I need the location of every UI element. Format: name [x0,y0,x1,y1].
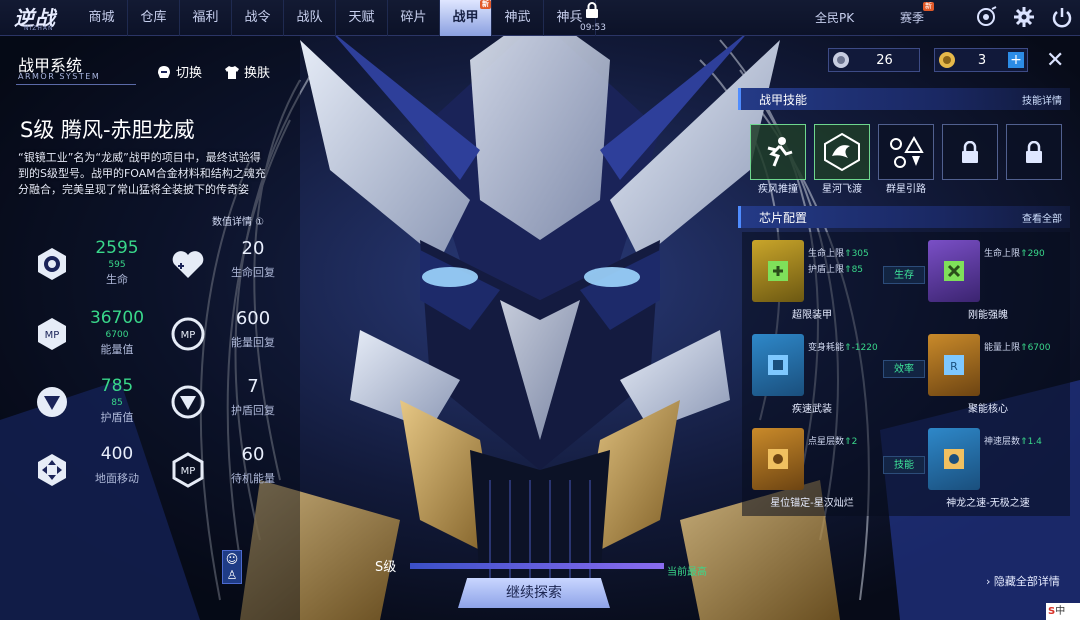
running-icon [767,137,793,167]
game-logo-sub: NIZHAN [24,25,54,32]
skills-detail-link[interactable]: 技能详情 [1022,92,1062,107]
mech-name: S级 腾风-赤胆龙威 [20,118,195,142]
person-icon: ♙ [226,568,238,582]
nav-item-warehouse[interactable]: 仓库 [128,0,180,36]
nav-item-battle-pass[interactable]: 战令 [232,0,284,36]
skill-label-1: 疾风推撞 [758,184,798,195]
continue-explore-button[interactable]: 继续探索 [458,578,610,608]
shield-icon [30,380,74,424]
skill-label-3: 群星引路 [886,184,926,195]
helmet-icon [158,65,170,78]
gold-coin-icon [939,52,955,68]
stat-shield-regen: 7 护盾回复 [166,374,286,434]
chip-card-icon [752,428,804,490]
stat-shield: 785 85 护盾值 [30,374,150,434]
input-method-tray[interactable]: S中 [1046,603,1080,620]
health-icon [30,242,74,286]
close-icon[interactable]: ✕ [1046,48,1064,73]
lock-icon [962,141,978,163]
chip-name: 神龙之速-无极之速 [946,498,1030,509]
category-efficiency: 效率 [883,360,925,378]
shield-regen-icon [166,380,210,424]
nav-item-divine-weapon[interactable]: 神武 [492,0,544,36]
chip-card-icon [752,334,804,396]
skill-slot-3[interactable] [878,124,934,180]
nav-season[interactable]: 赛季新 [900,0,935,36]
lock-icon [1026,141,1042,163]
chips-view-all-link[interactable]: 查看全部 [1022,210,1062,225]
gear-icon[interactable] [1012,6,1036,30]
chip-name: 疾速武装 [792,404,832,415]
stat-move-speed: 400 地面移动 [30,442,150,502]
nav-pk[interactable]: 全民PK [815,0,854,36]
mp-icon: MP [30,312,74,356]
stat-energy-regen: MP 600 能量回复 [166,306,286,366]
skill-slot-locked-2[interactable] [1006,124,1062,180]
nav-item-armor[interactable]: 战甲新 [440,0,492,36]
skin-button[interactable]: 换肤 [224,62,270,81]
lock-icon [586,2,598,18]
chip-card-icon [928,240,980,302]
nav-item-talent[interactable]: 天赋 [336,0,388,36]
nav-item-welfare[interactable]: 福利 [180,0,232,36]
lock-slot[interactable]: 09:53 [580,2,606,33]
chip-card-icon [928,428,980,490]
stat-energy: MP 36700 6700 能量值 [30,306,150,366]
nav-item-mall[interactable]: 商城 [76,0,128,36]
main-nav: 商城 仓库 福利 战令 战队 天赋 碎片 战甲新 神武 神兵 [76,0,596,36]
mp-regen-icon: MP [166,312,210,356]
move-arrows-icon [30,448,74,492]
stat-health-regen: 20 生命回复 [166,236,286,296]
chip-card-icon: R [928,334,980,396]
system-subtitle: ARMOR SYSTEM [18,72,101,81]
skills-header: 战甲技能 技能详情 [738,88,1070,110]
heart-plus-icon [166,242,210,286]
svg-text:R: R [950,360,958,373]
clock-time: 09:53 [580,23,606,33]
rank-progress-bar [410,563,664,569]
rank-label: S级 [375,560,397,575]
chip-name: 超限装甲 [792,310,832,321]
mp-idle-icon: MP [166,448,210,492]
mech-description: “银镜工业”名为“龙威”战甲的项目中，最终试验得到的S级型号。战甲的FOAM合金… [18,151,266,196]
power-icon[interactable] [1050,6,1074,30]
switch-button[interactable]: 切换 [156,62,202,81]
dragon-icon [824,132,860,172]
current-max-label: 当前最高 [667,567,707,578]
stat-idle-energy: MP 60 待机能量 [166,442,286,502]
new-badge: 新 [923,2,935,11]
currency-silver: 26 [828,48,920,72]
emote-button[interactable]: ☺ ♙ [222,550,242,584]
category-skill: 技能 [883,456,925,474]
nav-item-fragments[interactable]: 碎片 [388,0,440,36]
svg-text:MP: MP [181,466,196,477]
chip-card-icon [752,240,804,302]
chips-header: 芯片配置 查看全部 [738,206,1070,228]
nav-item-team[interactable]: 战队 [284,0,336,36]
chip-name: 刚能强魄 [968,310,1008,321]
skill-slot-1[interactable] [750,124,806,180]
title-divider [16,84,136,85]
silver-coin-icon [833,52,849,68]
add-currency-button[interactable]: + [1008,52,1024,68]
skill-slot-2[interactable] [814,124,870,180]
currency-gold: 3 + [934,48,1028,72]
disc-icon[interactable] [974,6,998,30]
skill-label-2: 星河飞渡 [822,184,862,195]
new-badge: 新 [480,0,491,9]
hide-all-details-button[interactable]: › 隐藏全部详情 [986,573,1060,589]
top-bar: 逆战 NIZHAN 商城 仓库 福利 战令 战队 天赋 碎片 战甲新 神武 神兵… [0,0,1080,36]
shirt-icon [225,65,239,79]
chip-name: 星位锚定-星汉灿烂 [770,498,854,509]
svg-text:MP: MP [181,330,196,341]
stat-health: 2595 595 生命 [30,236,150,296]
smile-icon: ☺ [225,552,239,566]
stat-detail-link[interactable]: 数值详情 ① [212,213,264,228]
category-survival: 生存 [883,266,925,284]
chip-name: 聚能核心 [968,404,1008,415]
constellation-icon [890,135,924,168]
svg-text:MP: MP [45,330,60,341]
skill-slot-locked-1[interactable] [942,124,998,180]
